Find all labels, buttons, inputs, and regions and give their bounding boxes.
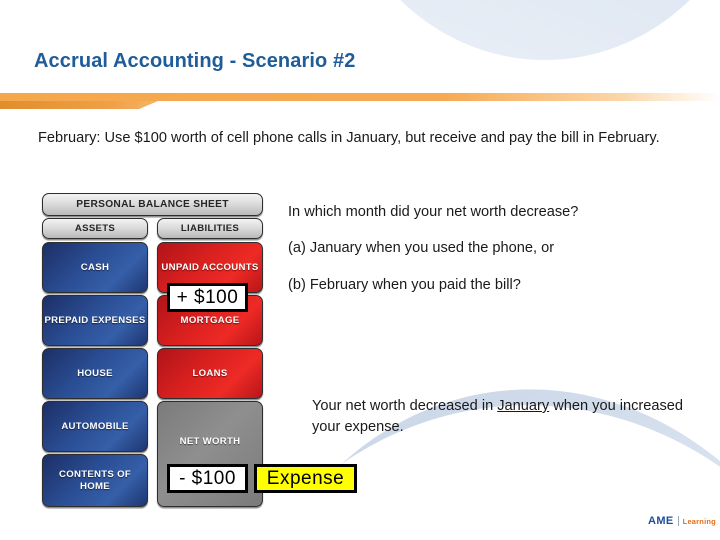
personal-balance-sheet-diagram: PERSONAL BALANCE SHEET ASSETS LIABILITIE… — [40, 193, 357, 511]
asset-box-prepaid-expenses: PREPAID EXPENSES — [42, 295, 148, 346]
liabilities-header: LIABILITIES — [157, 218, 263, 239]
answer-text: Your net worth decreased in January when… — [312, 396, 692, 438]
question-option-b: (b) February when you paid the bill? — [288, 277, 521, 293]
question-option-a: (a) January when you used the phone, or — [288, 240, 555, 256]
slide-canvas: Accrual Accounting - Scenario #2 Februar… — [0, 0, 720, 540]
question-prompt: In which month did your net worth decrea… — [288, 204, 579, 220]
asset-box-automobile: AUTOMOBILE — [42, 401, 148, 452]
assets-header: ASSETS — [42, 218, 148, 239]
orange-ribbon-tail — [0, 101, 158, 109]
orange-ribbon-bar — [0, 93, 720, 101]
logo-brand-text: AME — [648, 515, 674, 527]
logo-divider — [677, 516, 679, 526]
ame-learning-logo: AME Learning — [648, 515, 716, 527]
asset-box-house: HOUSE — [42, 348, 148, 399]
asset-box-cash: CASH — [42, 242, 148, 293]
callout-expense-label: Expense — [254, 464, 357, 493]
title-bar: Accrual Accounting - Scenario #2 — [0, 0, 720, 109]
balance-sheet-header: PERSONAL BALANCE SHEET — [42, 193, 263, 216]
logo-word-text: Learning — [682, 516, 716, 526]
page-title: Accrual Accounting - Scenario #2 — [34, 50, 356, 72]
intro-paragraph: February: Use $100 worth of cell phone c… — [38, 130, 660, 146]
answer-highlight-month: January — [497, 398, 550, 414]
answer-text-before: Your net worth decreased in — [312, 398, 498, 414]
callout-liability-increase: + $100 — [167, 283, 248, 312]
callout-net-worth-decrease: - $100 — [167, 464, 248, 493]
asset-box-contents-of-home: CONTENTS OF HOME — [42, 454, 148, 507]
liability-box-loans: LOANS — [157, 348, 263, 399]
